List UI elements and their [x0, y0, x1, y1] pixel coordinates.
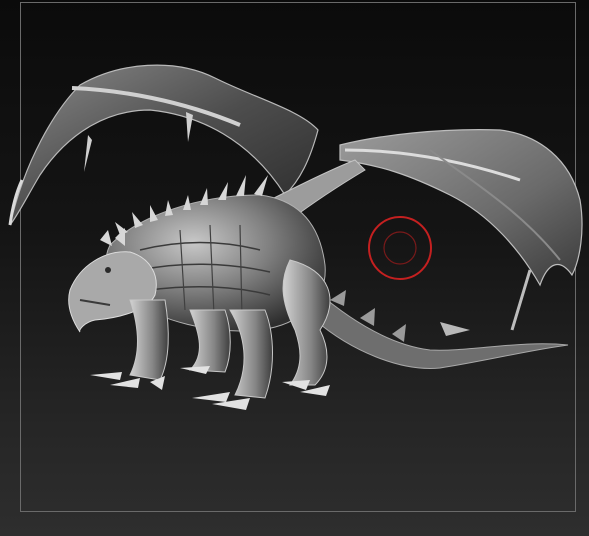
zbrush-viewport[interactable] — [0, 0, 589, 536]
dragon-sculpt-model[interactable] — [0, 0, 589, 536]
tail — [314, 288, 569, 369]
brush-cursor-icon — [368, 216, 432, 280]
